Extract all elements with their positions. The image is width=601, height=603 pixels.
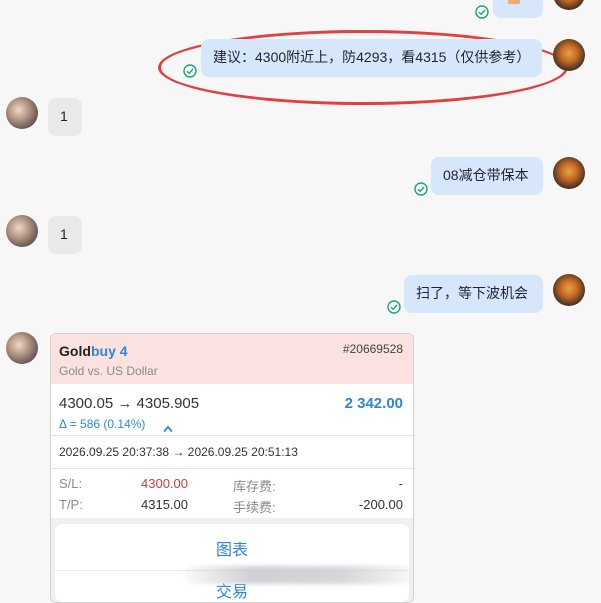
- avatar-self[interactable]: [553, 0, 585, 10]
- outgoing-bubble-partial: [493, 0, 543, 18]
- message-text: 1: [60, 226, 68, 242]
- outgoing-message-bubble[interactable]: 建议：4300附近上，防4293，看4315（仅供参考）: [201, 39, 543, 77]
- read-check-icon: [183, 64, 197, 78]
- trade-screenshot-card[interactable]: Gold buy 4 #20669528 Gold vs. US Dollar …: [50, 333, 414, 603]
- avatar-contact[interactable]: [6, 215, 38, 247]
- trade-price-range: 4300.05 → 4305.905: [59, 395, 200, 412]
- trade-description: Gold vs. US Dollar: [59, 364, 158, 378]
- tp-value: 4315.00: [141, 497, 188, 512]
- read-check-icon: [414, 182, 428, 196]
- swap-value: -: [398, 476, 403, 491]
- message-text: 1: [60, 108, 68, 124]
- read-check-icon: [387, 300, 401, 314]
- trade-symbol: Gold: [59, 343, 91, 359]
- swap-label: 库存费:: [233, 479, 276, 494]
- avatar-self[interactable]: [553, 157, 585, 189]
- divider: [51, 468, 413, 469]
- sl-label: S/L:: [59, 476, 83, 491]
- message-text: 扫了，等下波机会: [416, 285, 528, 301]
- trade-delta: Δ = 586 (0.14%): [59, 417, 146, 431]
- trade-card-header: Gold buy 4 #20669528 Gold vs. US Dollar: [51, 334, 413, 384]
- emoji-icon: [508, 0, 520, 4]
- avatar-self[interactable]: [553, 274, 585, 306]
- blur-overlay: [185, 566, 410, 584]
- incoming-message-bubble[interactable]: 1: [48, 216, 82, 254]
- incoming-message-bubble[interactable]: 1: [48, 98, 82, 136]
- message-text: 08减仓带保本: [443, 167, 529, 183]
- chart-action-button[interactable]: 图表: [55, 536, 409, 560]
- fee-value: -200.00: [358, 497, 403, 512]
- divider: [51, 435, 413, 436]
- message-text: 建议：4300附近上，防4293，看4315（仅供参考）: [213, 49, 531, 65]
- trade-side: buy 4: [91, 343, 128, 359]
- action-sheet: 图表 交易: [55, 524, 409, 602]
- trade-profit: 2 342.00: [344, 395, 403, 412]
- outgoing-message-bubble[interactable]: 扫了，等下波机会: [404, 275, 543, 313]
- avatar-self[interactable]: [553, 39, 585, 71]
- action-sheet-area: 图表 交易: [51, 518, 413, 602]
- sl-value: 4300.00: [141, 476, 188, 491]
- fee-label: 手续费:: [233, 500, 276, 515]
- tp-label: T/P:: [59, 497, 83, 512]
- read-check-icon: [475, 5, 489, 19]
- trade-ticket: #20669528: [342, 342, 403, 356]
- avatar-contact[interactable]: [6, 97, 38, 129]
- avatar-contact[interactable]: [6, 332, 38, 364]
- trade-time-range: 2026.09.25 20:37:38 → 2026.09.25 20:51:1…: [59, 445, 298, 459]
- outgoing-message-bubble[interactable]: 08减仓带保本: [431, 157, 543, 195]
